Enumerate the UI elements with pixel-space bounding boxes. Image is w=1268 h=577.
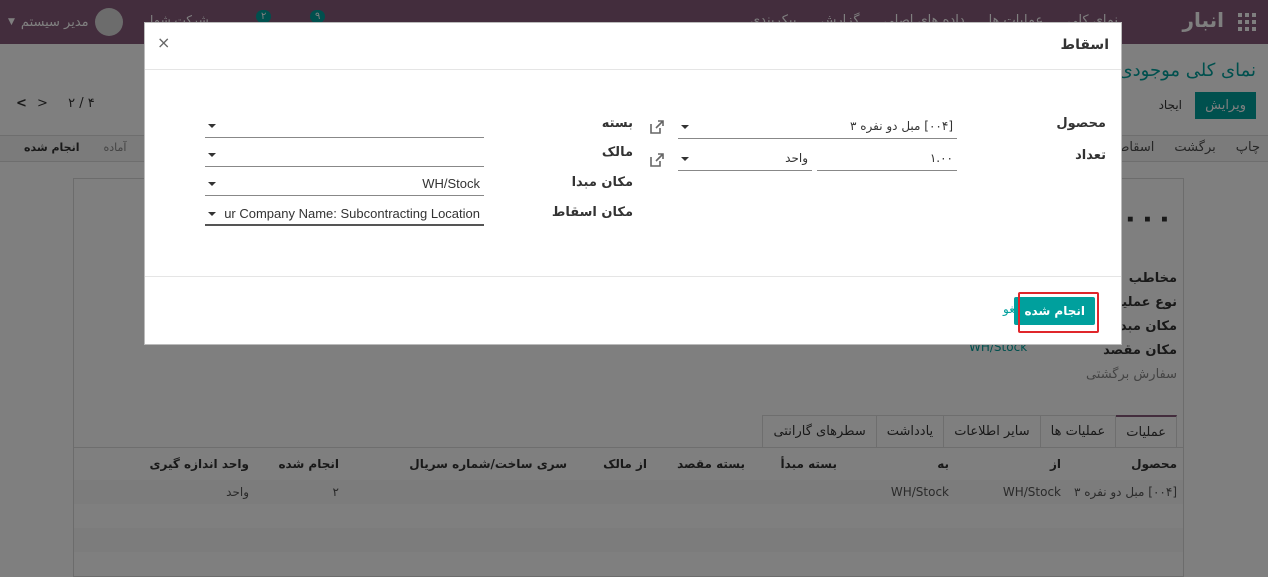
product-value: [۰۰۴] مبل دو نفره ۳ [849,119,953,133]
package-label: بسته [601,116,633,131]
dialog-title: اسقاط [1060,37,1109,53]
dialog-footer: انجام شده لغو [145,276,1121,344]
owner-label: مالک [601,145,633,160]
external-link-icon[interactable] [648,118,666,136]
chevron-down-icon[interactable] [208,212,216,216]
cancel-button[interactable]: لغو [1003,302,1019,316]
scrap-location-field[interactable]: ur Company Name: Subcontracting Location [205,202,484,226]
quantity-label: تعداد [1075,148,1106,163]
scrap-location-label: مکان اسقاط [551,205,633,220]
chevron-down-icon[interactable] [208,124,216,128]
package-field[interactable] [205,114,484,138]
close-icon[interactable]: × [157,33,170,52]
external-link-icon[interactable] [648,151,666,169]
source-location-field[interactable]: WH/Stock [205,172,484,196]
uom-value: واحد [785,151,808,165]
chevron-down-icon[interactable] [208,153,216,157]
highlight-box [1018,292,1099,333]
source-location-label: مکان مبدا [571,175,633,190]
chevron-down-icon[interactable] [208,182,216,186]
uom-field[interactable]: واحد [678,147,812,171]
source-location-value: WH/Stock [422,176,480,191]
chevron-down-icon[interactable] [681,157,689,161]
scrap-dialog: اسقاط × محصول [۰۰۴] مبل دو نفره ۳ تعداد … [144,22,1122,345]
chevron-down-icon[interactable] [681,125,689,129]
quantity-field[interactable]: ۱.۰۰ [817,147,957,171]
product-field[interactable]: [۰۰۴] مبل دو نفره ۳ [678,115,957,139]
owner-field[interactable] [205,143,484,167]
scrap-location-value: ur Company Name: Subcontracting Location [224,206,480,221]
quantity-value: ۱.۰۰ [929,151,953,165]
product-label: محصول [1056,116,1106,131]
dialog-header: اسقاط × [145,23,1121,70]
